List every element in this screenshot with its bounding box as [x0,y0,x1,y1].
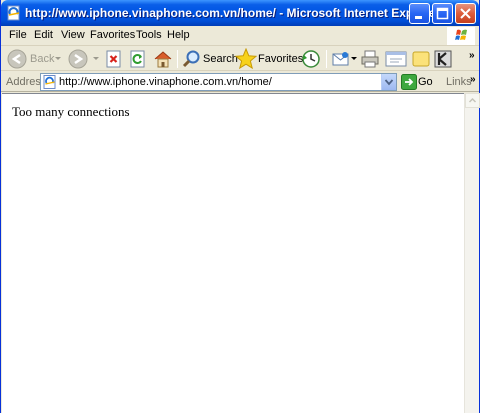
title-bar[interactable]: http://www.iphone.vinaphone.com.vn/home/… [1,0,479,26]
back-button[interactable]: Back [5,47,61,71]
home-button[interactable] [151,47,175,71]
address-input[interactable] [59,75,377,89]
messenger-button[interactable] [433,47,455,71]
go-label: Go [418,76,433,88]
page-content: Too many connections [2,93,464,413]
print-button[interactable] [358,47,382,71]
print-icon [360,49,380,69]
forward-arrow-icon [68,49,88,69]
mail-dropdown-icon[interactable] [351,57,357,60]
menu-tools[interactable]: Tools [136,29,162,41]
favorites-label: Favorites [258,53,303,65]
minimize-button[interactable] [409,3,430,24]
back-arrow-icon [7,49,27,69]
menu-favorites[interactable]: Favorites [90,29,135,41]
mail-icon [331,50,351,68]
forward-button[interactable] [66,47,94,71]
chevron-down-icon [382,74,396,90]
star-icon [235,48,257,70]
messenger-icon [434,50,452,68]
scroll-up-button[interactable] [465,93,480,108]
menu-file[interactable]: File [9,29,27,41]
forward-dropdown-icon[interactable] [93,57,99,60]
menu-edit[interactable]: Edit [34,29,53,41]
address-box[interactable] [40,73,397,91]
links-overflow-icon[interactable]: » [470,74,476,85]
stop-icon [105,50,123,68]
menu-help[interactable]: Help [167,29,190,41]
address-dropdown-button[interactable] [381,74,396,90]
refresh-icon [129,50,147,68]
close-button[interactable] [455,3,476,24]
edit-button[interactable] [384,47,408,71]
ie-page-icon [43,75,57,89]
history-button[interactable] [300,47,324,71]
maximize-button[interactable] [432,3,453,24]
back-dropdown-icon[interactable] [55,57,61,60]
history-icon [301,49,321,69]
standard-toolbar: Back [1,47,479,71]
edit-icon [385,50,407,68]
vertical-scrollbar[interactable] [464,93,479,413]
go-arrow-icon [401,74,417,90]
page-message: Too many connections [12,104,130,120]
windows-logo-icon [447,27,475,45]
menu-view[interactable]: View [61,29,85,41]
ie-page-icon [6,5,22,21]
window-title: http://www.iphone.vinaphone.com.vn/home/… [25,6,440,20]
back-label: Back [30,53,54,65]
chevron-up-icon [466,94,479,107]
address-bar: Address Go Links » [1,72,479,92]
stop-button[interactable] [103,47,125,71]
refresh-button[interactable] [127,47,149,71]
menu-bar: File Edit View Favorites Tools Help [1,26,479,46]
folder-icon [411,50,431,68]
links-label[interactable]: Links [446,76,472,88]
browser-window: http://www.iphone.vinaphone.com.vn/home/… [0,0,480,413]
toolbar-separator [177,50,178,68]
toolbar-overflow-icon[interactable]: » [469,50,475,61]
search-label: Search [203,53,238,65]
search-button[interactable]: Search [181,47,231,71]
home-icon [153,49,173,69]
go-button[interactable]: Go [401,74,437,90]
toolbar-separator [326,50,327,68]
folder-button[interactable] [410,47,432,71]
search-icon [182,49,202,69]
favorites-button[interactable]: Favorites [235,47,297,71]
